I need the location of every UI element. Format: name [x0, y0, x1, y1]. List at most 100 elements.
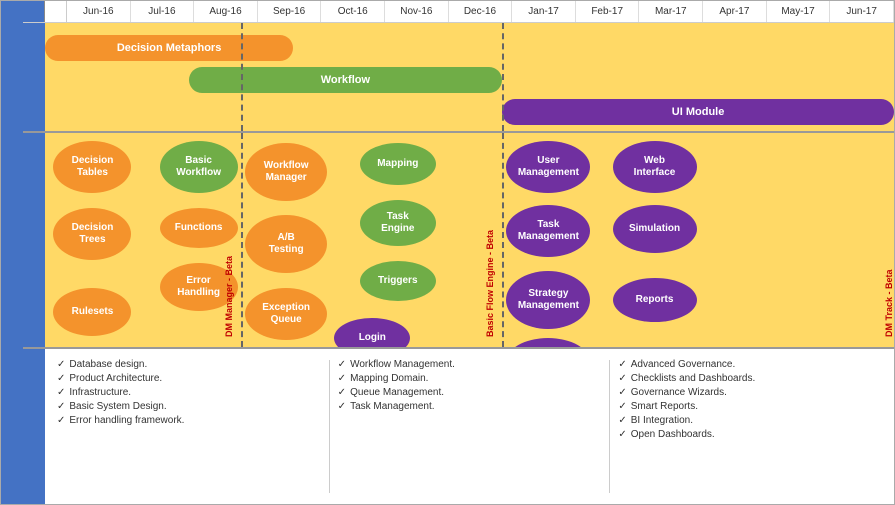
- beta-label-3: DM Track - Beta: [884, 153, 894, 337]
- rows-container: Decision Metaphors WorkflowUI Module Deci…: [23, 23, 894, 504]
- timeline-month: Jun-17: [830, 1, 894, 22]
- timeline-month: Aug-16: [194, 1, 258, 22]
- feature-oval: TaskEngine: [360, 200, 436, 246]
- deliverable-item: ✓ Smart Reports.: [618, 401, 882, 412]
- timeline-month: Jan-17: [512, 1, 576, 22]
- feature-oval: Rulesets: [53, 288, 131, 336]
- deliverables-column-2: ✓ Workflow Management. ✓ Mapping Domain. ✓ Qu…: [330, 355, 610, 498]
- capability-content: Decision Metaphors WorkflowUI Module: [45, 23, 894, 131]
- timeline-month: Jun-16: [67, 1, 131, 22]
- timeline-month: Apr-17: [703, 1, 767, 22]
- deliverable-item: ✓ Infrastructure.: [57, 387, 321, 398]
- deliverable-item: ✓ Checklists and Dashboards.: [618, 373, 882, 384]
- features-dashed-separator: [502, 133, 504, 347]
- timeline-month: Nov-16: [385, 1, 449, 22]
- checkmark-icon: ✓: [338, 401, 346, 412]
- feature-oval: WebInterface: [613, 141, 697, 193]
- deliverables-row: ✓Database design.✓Product Architecture.✓…: [23, 349, 894, 504]
- checkmark-icon: ✓: [618, 373, 626, 384]
- deliverable-item: ✓ Basic System Design.: [57, 401, 321, 412]
- timeline-month: Oct-16: [321, 1, 385, 22]
- checkmark-icon: ✓: [57, 373, 65, 384]
- feature-oval: DecisionTrees: [53, 208, 131, 260]
- feature-oval: Simulation: [613, 205, 697, 253]
- feature-oval: UserManagement: [506, 141, 590, 193]
- product-roadmap-label: [1, 1, 23, 504]
- deliverable-text: BI Integration.: [631, 415, 693, 426]
- dashed-separator: [502, 23, 504, 131]
- checkmark-icon: ✓: [57, 359, 65, 370]
- main-container: Jun-16Jul-16Aug-16Sep-16Oct-16Nov-16Dec-…: [0, 0, 895, 505]
- capability-label-cell: [23, 23, 45, 131]
- timeline-month: Jul-16: [131, 1, 195, 22]
- deliverable-item: ✓ Mapping Domain.: [338, 373, 602, 384]
- timeline-month: May-17: [767, 1, 831, 22]
- timeline-month: Mar-17: [639, 1, 703, 22]
- deliverable-text: Queue Management.: [350, 387, 444, 398]
- checkmark-icon: ✓: [57, 415, 65, 426]
- feature-oval: Login: [334, 318, 410, 347]
- deliverables-label-cell: [23, 349, 45, 504]
- deliverable-text: Advanced Governance.: [631, 359, 736, 370]
- feature-oval: Reports: [613, 278, 697, 322]
- content-area: Jun-16Jul-16Aug-16Sep-16Oct-16Nov-16Dec-…: [23, 1, 894, 504]
- deliverable-item: ✓ Workflow Management.: [338, 359, 602, 370]
- timeline-header: Jun-16Jul-16Aug-16Sep-16Oct-16Nov-16Dec-…: [23, 1, 894, 23]
- feature-oval: WorkflowManager: [245, 143, 327, 201]
- checkmark-icon: ✓: [57, 387, 65, 398]
- feature-oval: ExceptionQueue: [245, 288, 327, 340]
- deliverable-text: Basic System Design.: [69, 401, 166, 412]
- feature-oval: DecisionTables: [53, 141, 131, 193]
- deliverable-text: Smart Reports.: [631, 401, 698, 412]
- capability-bar: UI Module: [502, 99, 894, 125]
- deliverables-column-3: ✓ Advanced Governance. ✓ Checklists and Das…: [610, 355, 890, 498]
- deliverable-item: ✓ Database design.: [57, 359, 321, 370]
- deliverable-text: Checklists and Dashboards.: [631, 373, 756, 384]
- checkmark-icon: ✓: [338, 373, 346, 384]
- deliverable-item: ✓ Open Dashboards.: [618, 429, 882, 440]
- timeline-month: Feb-17: [576, 1, 640, 22]
- features-row: DecisionTablesDecisionTreesRulesetsBasic…: [23, 133, 894, 349]
- timeline-month: Dec-16: [449, 1, 513, 22]
- deliverable-item: ✓ Product Architecture.: [57, 373, 321, 384]
- deliverable-item: ✓ Queue Management.: [338, 387, 602, 398]
- deliverables-content: ✓Database design.✓Product Architecture.✓…: [45, 349, 894, 504]
- checkmark-icon: ✓: [57, 401, 65, 412]
- feature-oval: TaskManagement: [506, 205, 590, 257]
- feature-oval: StrategyManagement: [506, 271, 590, 329]
- deliverable-item: ✓ Task Management.: [338, 401, 602, 412]
- feature-oval: AdminModule: [506, 338, 590, 347]
- deliverable-text: Infrastructure.: [69, 387, 131, 398]
- deliverable-item: ✓ Governance Wizards.: [618, 387, 882, 398]
- checkmark-icon: ✓: [618, 359, 626, 370]
- feature-oval: Triggers: [360, 261, 436, 301]
- capability-row: Decision Metaphors WorkflowUI Module: [23, 23, 894, 133]
- deliverable-item: ✓ Error handling framework.: [57, 415, 321, 426]
- deliverable-text: Governance Wizards.: [631, 387, 727, 398]
- deliverable-text: Task Management.: [350, 401, 435, 412]
- deliverable-text: Product Architecture.: [69, 373, 162, 384]
- checkmark-icon: ✓: [618, 387, 626, 398]
- capability-bar: Decision Metaphors: [45, 35, 293, 61]
- checkmark-icon: ✓: [618, 415, 626, 426]
- checkmark-icon: ✓: [338, 359, 346, 370]
- checkmark-icon: ✓: [338, 387, 346, 398]
- deliverable-item: ✓ BI Integration.: [618, 415, 882, 426]
- deliverables-column-1: ✓Database design.✓Product Architecture.✓…: [49, 355, 329, 498]
- features-content: DecisionTablesDecisionTreesRulesetsBasic…: [45, 133, 894, 347]
- deliverable-item: ✓ Advanced Governance.: [618, 359, 882, 370]
- feature-oval: Mapping: [360, 143, 436, 185]
- deliverable-text: Database design.: [69, 359, 147, 370]
- dashed-separator: [241, 23, 243, 131]
- checkmark-icon: ✓: [618, 429, 626, 440]
- deliverable-text: Error handling framework.: [69, 415, 184, 426]
- timeline-months: Jun-16Jul-16Aug-16Sep-16Oct-16Nov-16Dec-…: [67, 1, 894, 22]
- timeline-month: Sep-16: [258, 1, 322, 22]
- deliverable-text: Workflow Management.: [350, 359, 455, 370]
- features-label-cell: [23, 133, 45, 347]
- features-dashed-separator: [241, 133, 243, 347]
- deliverable-text: Open Dashboards.: [631, 429, 715, 440]
- deliverable-text: Mapping Domain.: [350, 373, 428, 384]
- checkmark-icon: ✓: [618, 401, 626, 412]
- capability-bar: Workflow: [189, 67, 502, 93]
